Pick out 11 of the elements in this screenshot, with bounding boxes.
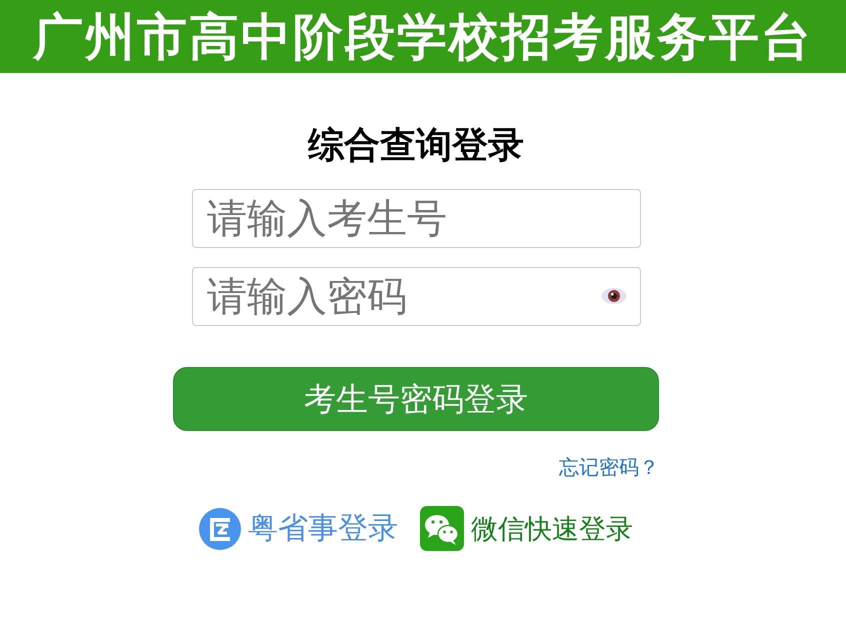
circle-logo-icon[interactable] [199, 508, 241, 550]
chat-bubbles-icon[interactable] [420, 506, 464, 551]
alt-login-link[interactable]: 粤省事登录 [248, 510, 398, 546]
password-field[interactable]: 请输入密码 [192, 267, 641, 326]
alt-login-link[interactable]: 微信快速登录 [471, 510, 633, 546]
login-button[interactable]: 考生号密码登录 [173, 367, 659, 431]
site-title: 广州市高中阶段学校招考服务平台 [33, 8, 813, 64]
eye-icon[interactable] [601, 287, 627, 305]
forgot-password-link[interactable]: 忘记密码？ [559, 455, 659, 479]
candidate-number-field[interactable]: 请输入考生号 [192, 189, 641, 248]
login-heading: 综合查询登录 [308, 125, 524, 165]
